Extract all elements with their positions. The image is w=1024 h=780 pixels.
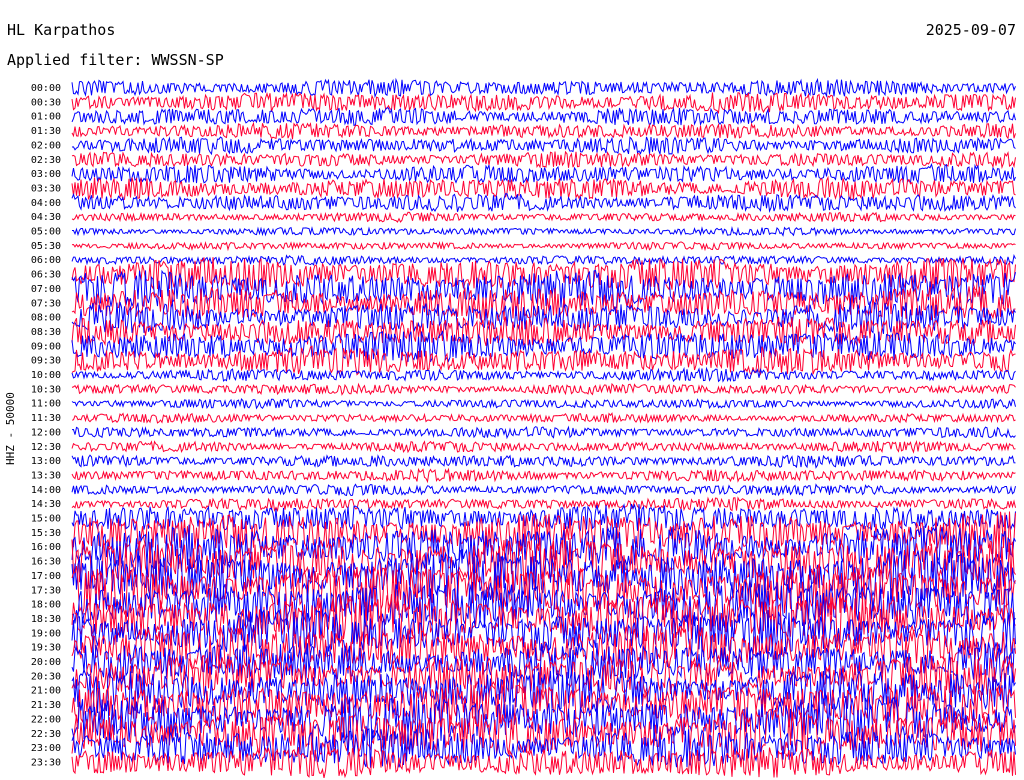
time-label: 04:30	[31, 212, 61, 223]
trace-line	[72, 226, 1016, 237]
time-label: 20:30	[31, 671, 61, 682]
time-label: 13:00	[31, 456, 61, 467]
time-label: 00:30	[31, 97, 61, 108]
trace-line	[71, 211, 1016, 223]
trace-line	[71, 175, 1016, 201]
time-label: 09:30	[31, 356, 61, 367]
time-label: 03:30	[31, 183, 61, 194]
trace-line	[71, 257, 1016, 292]
trace-line	[71, 496, 1016, 513]
time-label: 13:30	[31, 470, 61, 481]
trace-line	[71, 366, 1016, 383]
time-label: 17:30	[31, 585, 61, 596]
trace-line	[71, 397, 1016, 410]
time-label: 19:30	[31, 643, 61, 654]
seismic-traces	[71, 77, 1016, 779]
trace-line	[71, 121, 1016, 140]
time-labels: 00:00 00:30 01:00 01:30 02:00 02:30 03:00 03:30…	[31, 83, 61, 768]
time-label: 19:00	[31, 628, 61, 639]
trace-line	[71, 162, 1016, 185]
trace-line	[71, 483, 1016, 497]
time-label: 00:00	[31, 83, 61, 94]
trace-line	[71, 382, 1016, 396]
time-label: 03:00	[31, 169, 61, 180]
time-label: 05:00	[31, 227, 61, 238]
time-label: 15:30	[31, 528, 61, 539]
time-label: 14:00	[31, 485, 61, 496]
trace-line	[71, 467, 1016, 484]
time-label: 22:30	[31, 729, 61, 740]
time-label: 06:00	[31, 255, 61, 266]
time-label: 10:30	[31, 384, 61, 395]
trace-line	[71, 106, 1016, 127]
time-label: 18:30	[31, 614, 61, 625]
time-label: 04:00	[31, 198, 61, 209]
time-label: 08:30	[31, 327, 61, 338]
time-label: 16:30	[31, 557, 61, 568]
time-label: 14:30	[31, 499, 61, 510]
time-label: 12:30	[31, 442, 61, 453]
time-label: 23:30	[31, 757, 61, 768]
time-label: 07:00	[31, 284, 61, 295]
trace-line	[71, 425, 1016, 440]
trace-line	[71, 412, 1016, 425]
time-label: 21:00	[31, 686, 61, 697]
time-label: 18:00	[31, 600, 61, 611]
time-label: 11:30	[31, 413, 61, 424]
time-label: 01:30	[31, 126, 61, 137]
trace-line	[71, 91, 1016, 115]
time-label: 21:30	[31, 700, 61, 711]
trace-line	[71, 136, 1016, 156]
trace-line	[71, 241, 1016, 252]
time-label: 12:00	[31, 427, 61, 438]
time-label: 16:00	[31, 542, 61, 553]
time-label: 17:00	[31, 571, 61, 582]
time-label: 22:00	[31, 714, 61, 725]
time-label: 07:30	[31, 298, 61, 309]
time-label: 23:00	[31, 743, 61, 754]
time-label: 02:00	[31, 140, 61, 151]
trace-line	[71, 454, 1016, 469]
time-label: 11:00	[31, 399, 61, 410]
time-label: 06:30	[31, 270, 61, 281]
time-label: 01:00	[31, 112, 61, 123]
trace-line	[71, 150, 1016, 170]
time-label: 02:30	[31, 155, 61, 166]
time-label: 10:00	[31, 370, 61, 381]
trace-line	[71, 439, 1016, 454]
time-label: 05:30	[31, 241, 61, 252]
trace-line	[71, 77, 1016, 99]
time-label: 08:00	[31, 313, 61, 324]
time-label: 20:00	[31, 657, 61, 668]
helicorder-plot: 00:00 00:30 01:00 01:30 02:00 02:30 03:00 03:30…	[31, 77, 1016, 779]
time-label: 15:00	[31, 514, 61, 525]
time-label: 09:00	[31, 341, 61, 352]
